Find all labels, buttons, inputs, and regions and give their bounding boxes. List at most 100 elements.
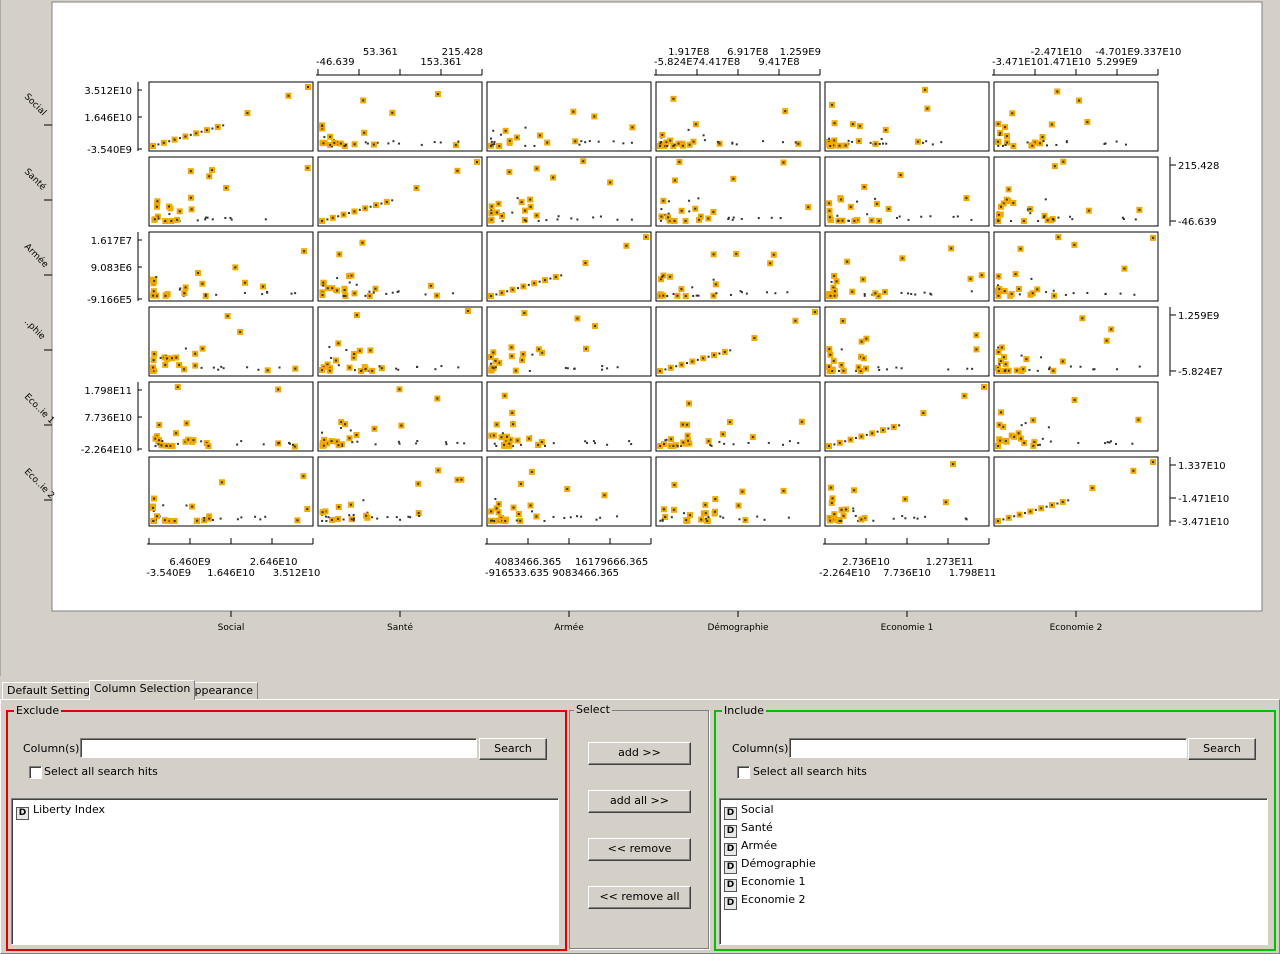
- tab-default-settings[interactable]: Default Settings: [2, 682, 101, 700]
- data-point: [731, 141, 734, 144]
- point-center: [512, 506, 515, 509]
- exclude-select-all-checkbox[interactable]: [29, 766, 42, 779]
- data-point: [1116, 368, 1119, 371]
- point-center: [926, 107, 929, 110]
- list-item[interactable]: D Liberty Index: [16, 802, 105, 820]
- include-search-input[interactable]: [789, 738, 1187, 758]
- data-point: [321, 125, 324, 128]
- point-center: [375, 204, 377, 207]
- point-center: [374, 287, 377, 290]
- add-all-button[interactable]: add all >>: [588, 790, 691, 813]
- data-point: [659, 519, 662, 522]
- point-center: [1040, 507, 1043, 510]
- point-center: [680, 288, 683, 291]
- point-center: [348, 366, 351, 369]
- point-center: [361, 241, 364, 244]
- point-center: [680, 363, 683, 366]
- data-point: [1115, 442, 1118, 445]
- data-point: [1026, 141, 1029, 144]
- tab-column-selection[interactable]: Column Selection: [89, 680, 196, 700]
- data-point: [592, 440, 595, 443]
- point-center: [362, 99, 365, 102]
- point-center: [355, 314, 358, 317]
- point-center: [669, 139, 672, 142]
- data-point: [580, 140, 583, 143]
- data-point: [326, 218, 329, 221]
- right-axis-label: 1.259E9: [1178, 311, 1219, 322]
- point-center: [519, 519, 522, 522]
- point-center: [490, 295, 492, 297]
- point-center: [303, 250, 306, 253]
- point-center: [829, 486, 832, 489]
- list-item[interactable]: D Economie 2: [724, 892, 805, 910]
- include-search-button[interactable]: Search: [1188, 738, 1256, 760]
- data-point: [376, 141, 379, 144]
- point-center: [842, 369, 845, 372]
- point-center: [807, 206, 810, 209]
- data-point: [445, 443, 448, 446]
- data-point: [506, 290, 509, 293]
- point-center: [883, 290, 886, 293]
- scatter-cell: [993, 156, 1159, 227]
- data-point: [856, 200, 859, 203]
- data-point: [863, 294, 866, 297]
- data-point: [433, 141, 436, 144]
- point-center: [176, 385, 179, 388]
- point-center: [294, 367, 297, 370]
- remove-button[interactable]: << remove: [588, 838, 691, 861]
- scatter-cell: [148, 156, 314, 227]
- point-center: [498, 361, 501, 364]
- point-center: [554, 275, 557, 278]
- scatter-cell: [486, 231, 652, 302]
- point-center: [712, 253, 715, 256]
- data-point: [676, 444, 679, 447]
- data-point: [965, 518, 968, 521]
- include-column-list[interactable]: D Social D Santé D Armée D Démographie D Econ…: [719, 798, 1268, 945]
- list-item[interactable]: D Santé: [724, 820, 773, 838]
- data-point: [211, 127, 214, 130]
- cell-frame: [655, 456, 821, 527]
- cell-frame: [317, 456, 483, 527]
- data-point: [516, 197, 519, 200]
- point-center: [916, 140, 919, 143]
- data-point: [710, 444, 713, 447]
- scatter-matrix-svg[interactable]: Social Santé Armée ..phie Eco..ie 1 Eco..ie 2…: [0, 0, 1280, 678]
- list-item[interactable]: D Démographie: [724, 856, 816, 874]
- data-point: [380, 202, 383, 205]
- point-center: [1073, 243, 1076, 246]
- include-select-all-checkbox[interactable]: [737, 766, 750, 779]
- point-center: [659, 144, 662, 147]
- exclude-search-input[interactable]: [80, 738, 477, 758]
- data-point: [855, 437, 857, 440]
- data-point: [1104, 442, 1107, 445]
- point-center: [1018, 513, 1021, 516]
- data-point: [531, 353, 534, 356]
- list-item[interactable]: D Armée: [724, 838, 777, 856]
- data-point: [398, 442, 401, 445]
- point-center: [243, 281, 246, 284]
- exclude-column-list[interactable]: D Liberty Index: [11, 798, 559, 945]
- data-point: [240, 440, 243, 443]
- bottom-axis-label: 16179666.365: [575, 557, 648, 568]
- list-item[interactable]: D Social: [724, 802, 774, 820]
- data-point: [356, 440, 359, 443]
- data-point: [757, 217, 760, 220]
- remove-all-button[interactable]: << remove all: [588, 886, 691, 909]
- point-center: [631, 126, 634, 129]
- scatter-cell: [486, 456, 652, 527]
- data-point: [929, 292, 932, 295]
- data-point: [584, 141, 587, 144]
- exclude-search-button[interactable]: Search: [479, 738, 547, 760]
- add-button[interactable]: add >>: [588, 742, 691, 765]
- point-center: [870, 219, 873, 222]
- point-center: [784, 110, 787, 113]
- list-item[interactable]: D Economie 1: [724, 874, 805, 892]
- data-point: [766, 291, 769, 294]
- data-point: [787, 516, 790, 519]
- data-point: [578, 143, 581, 146]
- data-point: [1020, 424, 1023, 427]
- point-center: [1137, 418, 1140, 421]
- point-center: [684, 294, 687, 297]
- data-point: [830, 280, 833, 283]
- data-point: [1077, 441, 1080, 444]
